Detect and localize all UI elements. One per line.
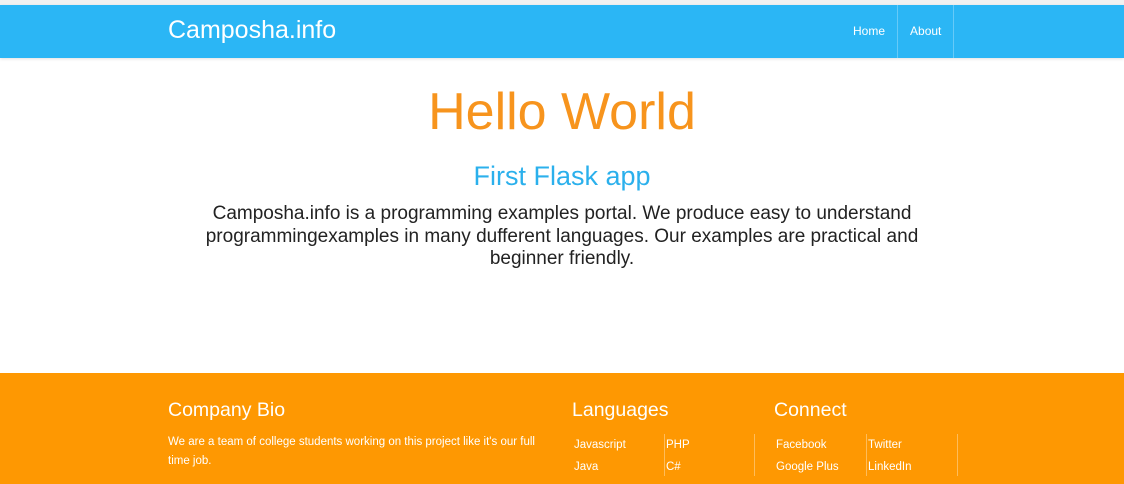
- languages-column-1: Javascript Java: [574, 434, 626, 476]
- facebook-link[interactable]: Facebook: [776, 434, 839, 456]
- csharp-link[interactable]: C#: [666, 456, 690, 478]
- navbar: Camposha.info Home About: [0, 5, 1124, 58]
- connect-column-2: Twitter LinkedIn: [866, 434, 911, 476]
- footer: Company Bio We are a team of college stu…: [0, 373, 1124, 484]
- page-subtitle: First Flask app: [473, 161, 651, 191]
- java-link[interactable]: Java: [574, 456, 626, 478]
- nav-about-link[interactable]: About: [897, 5, 955, 58]
- languages-column-2: PHP C#: [664, 434, 690, 476]
- php-link[interactable]: PHP: [666, 434, 690, 456]
- connect-heading: Connect: [774, 399, 847, 421]
- company-bio-text: We are a team of college students workin…: [168, 436, 535, 467]
- linkedin-link[interactable]: LinkedIn: [868, 456, 911, 478]
- twitter-link[interactable]: Twitter: [868, 434, 911, 456]
- google-plus-link[interactable]: Google Plus: [776, 456, 839, 478]
- javascript-link[interactable]: Javascript: [574, 434, 626, 456]
- footer-divider: [957, 434, 958, 476]
- intro-paragraph: Camposha.info is a programming examples …: [205, 203, 919, 269]
- languages-heading: Languages: [572, 399, 669, 421]
- footer-divider: [754, 434, 755, 476]
- main-content: Hello World First Flask app Camposha.inf…: [0, 58, 1124, 373]
- connect-column-1: Facebook Google Plus: [776, 434, 839, 476]
- brand-link[interactable]: Camposha.info: [168, 16, 336, 45]
- nav-menu: Home About: [841, 5, 955, 58]
- nav-home-link[interactable]: Home: [841, 5, 897, 58]
- company-bio-heading: Company Bio: [168, 399, 286, 421]
- page-title: Hello World: [428, 83, 696, 141]
